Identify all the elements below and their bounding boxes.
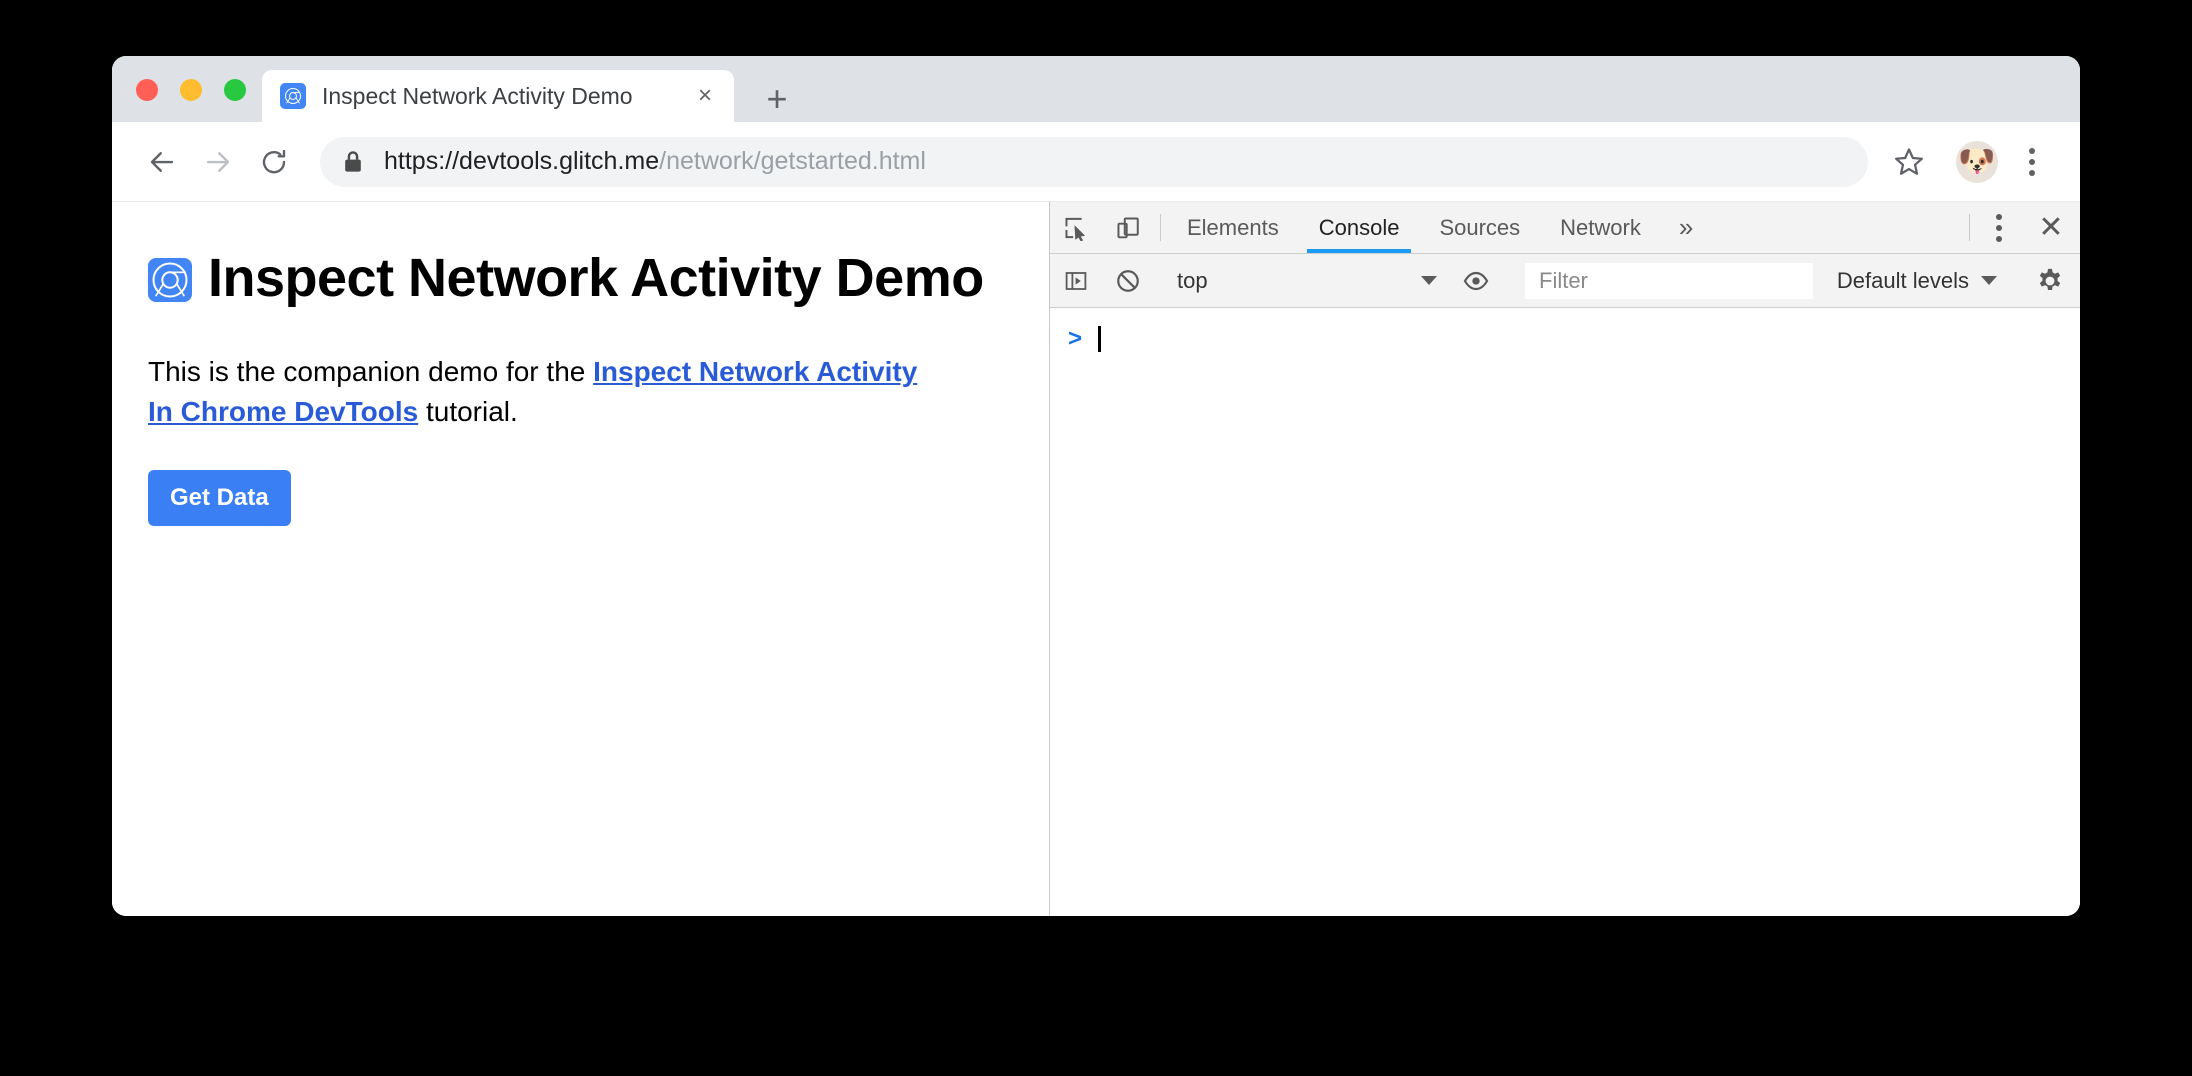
device-toolbar-icon[interactable]: [1102, 202, 1154, 253]
tab-sources-label: Sources: [1439, 214, 1521, 240]
reload-button[interactable]: [246, 134, 302, 190]
chevron-down-icon: [1421, 276, 1437, 285]
tab-elements-label: Elements: [1187, 214, 1279, 240]
tab-network-label: Network: [1560, 214, 1641, 240]
console-output-area[interactable]: >: [1050, 308, 2080, 916]
browser-tab-title: Inspect Network Activity Demo: [322, 82, 633, 109]
console-context-dropdown[interactable]: top: [1167, 268, 1437, 294]
gear-icon[interactable]: [2024, 267, 2076, 295]
console-prompt-chevron-icon: >: [1068, 325, 1083, 352]
content-area: Inspect Network Activity Demo This is th…: [112, 202, 2080, 916]
back-button[interactable]: [134, 134, 190, 190]
more-tabs-chevron-icon[interactable]: »: [1661, 202, 1711, 253]
window-close-button[interactable]: [136, 79, 158, 101]
chrome-devtools-favicon-icon: [280, 83, 306, 109]
page-viewport: Inspect Network Activity Demo This is th…: [112, 202, 1050, 916]
devtools-panel: Elements Console Sources Network » ✕ top…: [1050, 202, 2080, 916]
console-sidebar-icon[interactable]: [1050, 269, 1102, 293]
tab-close-icon[interactable]: ×: [690, 81, 720, 111]
tab-console-label: Console: [1318, 214, 1400, 240]
url-origin: https://devtools.glitch.me: [384, 147, 660, 175]
devtools-close-icon[interactable]: ✕: [2022, 202, 2080, 253]
tab-sources[interactable]: Sources: [1419, 202, 1540, 253]
console-context-value: top: [1177, 267, 1208, 293]
browser-tab[interactable]: Inspect Network Activity Demo ×: [262, 70, 734, 122]
console-filter-input[interactable]: [1525, 262, 1813, 299]
page-paragraph: This is the companion demo for the Inspe…: [148, 352, 948, 432]
bookmark-star-icon[interactable]: [1882, 135, 1936, 189]
console-log-levels-value: Default levels: [1836, 267, 1969, 293]
page-title: Inspect Network Activity Demo: [148, 248, 1009, 308]
tab-network[interactable]: Network: [1540, 202, 1661, 253]
window-maximize-button[interactable]: [224, 79, 246, 101]
get-data-button[interactable]: Get Data: [148, 469, 291, 526]
console-prompt-row[interactable]: >: [1068, 322, 2080, 356]
inspect-element-icon[interactable]: [1050, 202, 1102, 253]
profile-avatar[interactable]: 🐶: [1956, 140, 1998, 183]
devtools-tabbar: Elements Console Sources Network » ✕: [1050, 202, 2080, 254]
console-log-levels-dropdown[interactable]: Default levels: [1823, 268, 2011, 294]
traffic-lights: [136, 79, 246, 101]
address-bar-url: https://devtools.glitch.me/network/getst…: [384, 147, 926, 176]
clear-console-icon[interactable]: [1102, 268, 1154, 294]
tab-strip: Inspect Network Activity Demo × +: [112, 56, 2080, 122]
paragraph-text-after: tutorial.: [418, 396, 518, 428]
url-path: /network/getstarted.html: [659, 147, 926, 175]
toolbar-divider-right: [1969, 214, 1970, 241]
tab-elements[interactable]: Elements: [1167, 202, 1299, 253]
chevron-down-icon-levels: [1981, 276, 1997, 285]
page-title-text: Inspect Network Activity Demo: [208, 248, 984, 308]
chrome-devtools-heading-icon: [148, 258, 192, 302]
tab-console[interactable]: Console: [1299, 202, 1420, 253]
browser-menu-icon[interactable]: [2010, 135, 2054, 189]
browser-window: Inspect Network Activity Demo × + https:…: [112, 56, 2080, 916]
console-text-caret: [1098, 326, 1101, 352]
eye-icon[interactable]: [1450, 268, 1502, 294]
window-minimize-button[interactable]: [180, 79, 202, 101]
browser-toolbar: https://devtools.glitch.me/network/getst…: [112, 122, 2080, 202]
devtools-menu-icon[interactable]: [1976, 202, 2022, 253]
new-tab-button[interactable]: +: [760, 81, 794, 117]
forward-button[interactable]: [190, 134, 246, 190]
console-toolbar: top Default levels: [1050, 254, 2080, 308]
toolbar-divider: [1160, 214, 1161, 241]
lock-icon: [342, 150, 364, 174]
paragraph-text-before: This is the companion demo for the: [148, 356, 594, 388]
tabbar-spacer: [1711, 202, 1963, 253]
address-bar[interactable]: https://devtools.glitch.me/network/getst…: [320, 136, 1868, 187]
